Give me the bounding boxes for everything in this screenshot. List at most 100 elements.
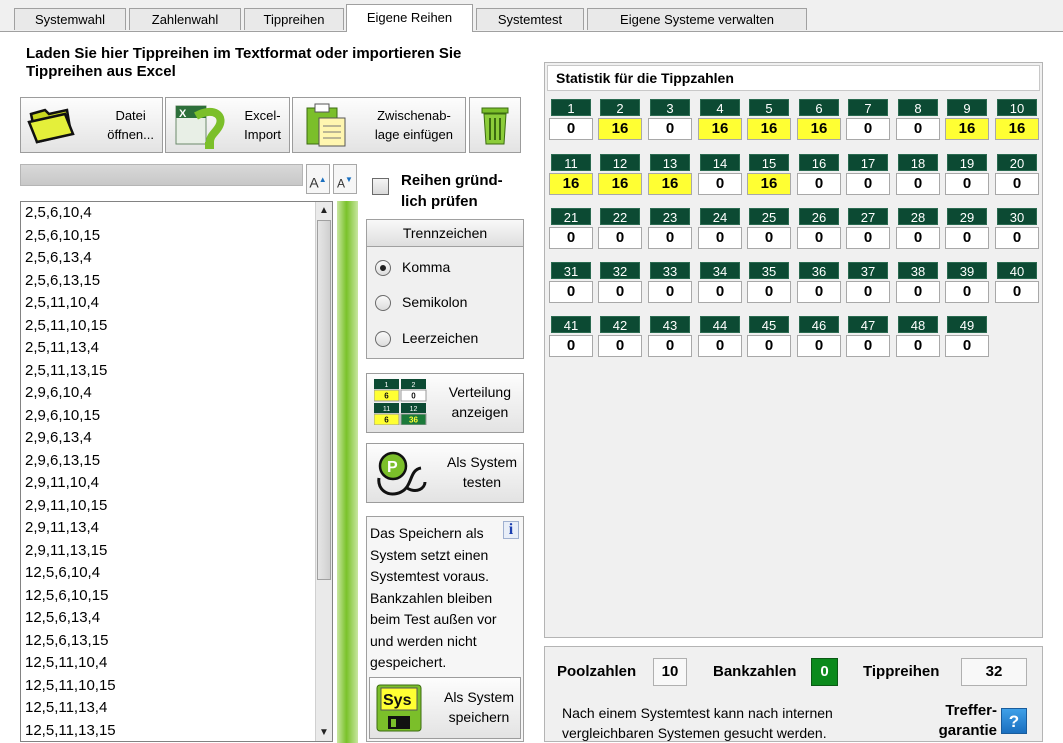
radio-leerzeichen-label[interactable]: Leerzeichen [402,330,478,346]
stat-cell: 25 0 [747,208,791,249]
list-item[interactable]: 2,5,6,13,4 [21,247,332,270]
list-item[interactable]: 2,5,6,10,4 [21,202,332,225]
stat-cell: 2 16 [598,99,642,140]
stat-count: 16 [598,118,642,140]
radio-komma[interactable] [375,260,391,276]
list-item[interactable]: 12,5,6,13,15 [21,630,332,653]
stat-number: 46 [799,316,839,333]
stat-count: 0 [945,227,989,249]
stat-cell: 35 0 [747,262,791,303]
list-item[interactable]: 2,5,6,13,15 [21,270,332,293]
stat-number: 18 [898,154,938,171]
tab-eigene-systeme-verwalten[interactable]: Eigene Systeme verwalten [587,8,807,30]
stat-count: 0 [995,281,1039,303]
stat-count: 0 [797,335,841,357]
stat-number: 10 [997,99,1037,116]
distribution-icon: 1 6 2 0 11 6 12 36 [373,379,428,428]
mini-cell-count: 36 [409,416,418,425]
stat-number: 23 [650,208,690,225]
test-as-system-button[interactable]: P Als System testen [366,443,524,503]
stat-cell: 21 0 [549,208,593,249]
stat-number: 21 [551,208,591,225]
list-item[interactable]: 2,5,6,10,15 [21,225,332,248]
stat-count: 0 [698,281,742,303]
paste-clipboard-button[interactable]: Zwischenab- lage einfügen [292,97,466,153]
thorough-check-checkbox[interactable] [372,178,389,195]
stat-count: 0 [648,281,692,303]
stat-cell: 37 0 [846,262,890,303]
list-item[interactable]: 2,9,6,10,15 [21,405,332,428]
stat-number: 41 [551,316,591,333]
stat-number: 13 [650,154,690,171]
stat-cell: 20 0 [995,154,1039,195]
radio-leerzeichen[interactable] [375,331,391,347]
show-distribution-button[interactable]: 1 6 2 0 11 6 12 36 Verteilung anzeigen [366,373,524,433]
scroll-thumb[interactable] [317,220,331,580]
radio-komma-label[interactable]: Komma [402,259,450,275]
stat-number: 29 [947,208,987,225]
open-file-button[interactable]: Datei öffnen... [20,97,163,153]
svg-text:P: P [387,459,398,476]
stat-number: 16 [799,154,839,171]
tab-tippreihen[interactable]: Tippreihen [244,8,344,30]
stat-cell: 34 0 [698,262,742,303]
save-as-system-button[interactable]: Sys Als System speichern [369,677,521,739]
tab-zahlenwahl[interactable]: Zahlenwahl [129,8,241,30]
list-item[interactable]: 2,5,11,10,15 [21,315,332,338]
test-label-1: Als System [446,454,517,470]
list-item[interactable]: 2,5,11,13,15 [21,360,332,383]
tab-systemtest[interactable]: Systemtest [476,8,584,30]
excel-import-label-2: Import [244,127,281,142]
paste-label-1: Zwischenab- [377,108,451,123]
stat-number: 38 [898,262,938,279]
list-item[interactable]: 12,5,6,13,4 [21,607,332,630]
tab-eigene-reihen[interactable]: Eigene Reihen [346,4,473,32]
list-item[interactable]: 2,9,6,10,4 [21,382,332,405]
list-item[interactable]: 2,9,6,13,4 [21,427,332,450]
stat-number: 19 [947,154,987,171]
radio-semikolon-label[interactable]: Semikolon [402,294,467,310]
radio-semikolon[interactable] [375,295,391,311]
tab-systemwahl[interactable]: Systemwahl [14,8,126,30]
stat-count: 16 [747,118,791,140]
list-item[interactable]: 2,9,11,13,4 [21,517,332,540]
stat-count: 0 [747,227,791,249]
stat-number: 42 [600,316,640,333]
stat-count: 0 [747,335,791,357]
delete-button[interactable] [469,97,521,153]
excel-import-button[interactable]: X Excel- Import [165,97,290,153]
font-decrease-button[interactable]: A▼ [333,164,357,194]
stat-number: 5 [749,99,789,116]
list-item[interactable]: 12,5,11,13,15 [21,720,332,742]
list-item[interactable]: 2,9,6,13,15 [21,450,332,473]
list-item[interactable]: 12,5,11,13,4 [21,697,332,720]
list-item[interactable]: 2,5,11,10,4 [21,292,332,315]
list-item[interactable]: 12,5,6,10,4 [21,562,332,585]
scroll-down-icon[interactable]: ▼ [316,724,332,741]
list-item[interactable]: 2,5,11,13,4 [21,337,332,360]
font-increase-button[interactable]: A▲ [306,164,330,194]
stat-number: 2 [600,99,640,116]
tip-rows-list[interactable]: 2,5,6,10,4 2,5,6,10,15 2,5,6,13,4 2,5,6,13,… [20,201,333,742]
scroll-up-icon[interactable]: ▲ [316,202,332,219]
list-item[interactable]: 12,5,6,10,15 [21,585,332,608]
stat-count: 0 [846,118,890,140]
stat-count: 16 [549,173,593,195]
list-item[interactable]: 2,9,11,10,4 [21,472,332,495]
list-item[interactable]: 12,5,11,10,4 [21,652,332,675]
list-item[interactable]: 12,5,11,10,15 [21,675,332,698]
stat-cell: 29 0 [945,208,989,249]
rows-label: Tippreihen [863,663,940,680]
stat-count: 0 [598,281,642,303]
font-increase-label: A [309,174,319,191]
list-scrollbar[interactable]: ▲ ▼ [315,202,332,741]
tab-bar: Systemwahl Zahlenwahl Tippreihen Eigene … [0,0,1063,32]
stat-number: 33 [650,262,690,279]
summary-panel: Poolzahlen 10 Bankzahlen 0 Tippreihen 32… [544,646,1043,742]
mini-cell: 1236 [400,403,427,426]
stat-count: 0 [698,335,742,357]
help-button[interactable]: ? [1001,708,1027,734]
list-item[interactable]: 2,9,11,13,15 [21,540,332,563]
list-item[interactable]: 2,9,11,10,15 [21,495,332,518]
stat-cell: 47 0 [846,316,890,357]
